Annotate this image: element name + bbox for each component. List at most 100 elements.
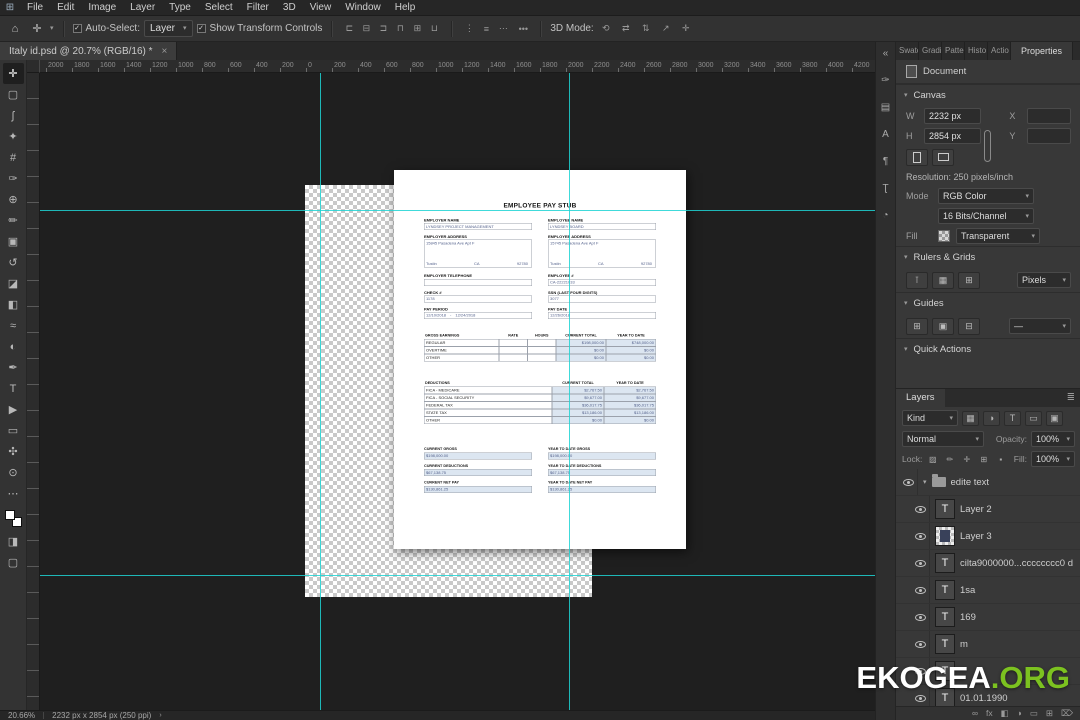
layer-row[interactable]: T 169 — [896, 604, 1080, 631]
move-tool[interactable]: ✛ — [2, 63, 24, 84]
show-transform-checkbox[interactable]: ✓ Show Transform Controls — [196, 23, 322, 34]
distribute-vertical-icon[interactable]: ⋮ — [461, 21, 477, 37]
fill-dropdown[interactable]: Transparent ▾ — [956, 228, 1040, 244]
blur-tool[interactable]: ≈ — [3, 315, 24, 336]
layer-row[interactable]: Layer 3 — [896, 523, 1080, 550]
menu-type[interactable]: Type — [162, 0, 198, 15]
edit-toolbar-icon[interactable]: ⋯ — [3, 483, 24, 504]
menu-help[interactable]: Help — [388, 0, 423, 15]
zoom-3d-icon[interactable]: ✛ — [678, 21, 694, 37]
layer-row[interactable]: T cilta9000000...cccccccc0 d — [896, 550, 1080, 577]
visibility-toggle[interactable] — [912, 631, 930, 657]
guide-style-dropdown[interactable]: — ▾ — [1009, 318, 1071, 334]
units-dropdown[interactable]: Pixels ▾ — [1017, 272, 1071, 288]
align-left-icon[interactable]: ⊏ — [341, 21, 357, 37]
tab-history[interactable]: Histo — [965, 42, 988, 60]
visibility-toggle[interactable] — [912, 523, 930, 549]
marquee-tool[interactable]: ▢ — [3, 84, 24, 105]
eyedropper-tool[interactable]: ✑ — [3, 168, 24, 189]
expand-panels-icon[interactable]: « — [878, 45, 894, 61]
fill-swatch[interactable] — [938, 230, 950, 242]
menu-view[interactable]: View — [303, 0, 339, 15]
path-selection-tool[interactable]: ▶ — [3, 399, 24, 420]
pixel-layer-filter-icon[interactable]: ▦ — [962, 410, 979, 426]
brush-settings-panel-icon[interactable]: ✑ — [878, 72, 894, 88]
canvas-x-input[interactable] — [1027, 108, 1071, 124]
shape-layer-filter-icon[interactable]: ▭ — [1025, 410, 1042, 426]
layer-row[interactable]: T Layer 2 — [896, 496, 1080, 523]
vertical-ruler[interactable] — [27, 73, 40, 710]
link-layers-icon[interactable]: ∞ — [972, 709, 978, 718]
visibility-toggle[interactable] — [912, 550, 930, 576]
hand-tool[interactable]: ✣ — [3, 441, 24, 462]
tab-patterns[interactable]: Patte — [942, 42, 965, 60]
align-ellipsis-icon[interactable]: ••• — [515, 21, 531, 37]
glyphs-panel-icon[interactable]: Ʈ — [878, 180, 894, 196]
home-icon[interactable]: ⌂ — [6, 20, 24, 38]
guide-vertical[interactable] — [320, 73, 321, 710]
rulers-grids-section-header[interactable]: ▾ Rulers & Grids — [896, 246, 1080, 268]
tab-swatches[interactable]: Swatc — [896, 42, 919, 60]
foreground-color-swatch[interactable] — [4, 510, 15, 520]
pan-3d-icon[interactable]: ⇅ — [638, 21, 654, 37]
tab-properties[interactable]: Properties — [1011, 42, 1074, 60]
visibility-toggle[interactable] — [900, 469, 918, 495]
menu-3d[interactable]: 3D — [276, 0, 303, 15]
character-panel-icon[interactable]: A — [878, 126, 894, 142]
layer-row[interactable]: T 1sa — [896, 577, 1080, 604]
type-layer-filter-icon[interactable]: T — [1004, 410, 1021, 426]
distribute-horizontal-icon[interactable]: ≡ — [478, 21, 494, 37]
close-icon[interactable]: × — [162, 46, 168, 57]
visibility-toggle[interactable] — [912, 604, 930, 630]
color-swatches[interactable] — [4, 510, 22, 527]
roll-3d-icon[interactable]: ⇄ — [618, 21, 634, 37]
chevron-right-icon[interactable]: › — [159, 712, 161, 719]
toggle-rulers-icon[interactable]: ⊺ — [906, 271, 928, 289]
info-panel-icon[interactable]: ◔ — [878, 207, 894, 223]
type-tool[interactable]: T — [3, 378, 24, 399]
crop-tool[interactable]: # — [3, 147, 24, 168]
align-center-vertical-icon[interactable]: ⊞ — [409, 21, 425, 37]
layer-row[interactable]: T m — [896, 631, 1080, 658]
lasso-tool[interactable]: ʃ — [3, 105, 24, 126]
brush-tool[interactable]: ✏ — [3, 210, 24, 231]
canvas-y-input[interactable] — [1027, 128, 1071, 144]
horizontal-ruler[interactable]: 2000 1800 1600 1400 1200 1000 800 600 40… — [40, 60, 875, 73]
menu-layer[interactable]: Layer — [123, 0, 162, 15]
canvas-width-input[interactable]: 2232 px — [924, 108, 982, 124]
guides-section-header[interactable]: ▾ Guides — [896, 292, 1080, 314]
panel-menu-icon[interactable]: ≣ — [1061, 389, 1080, 407]
eraser-tool[interactable]: ◪ — [3, 273, 24, 294]
shape-tool[interactable]: ▭ — [3, 420, 24, 441]
more-align-options-icon[interactable]: ⋯ — [495, 21, 511, 37]
visibility-toggle[interactable] — [912, 577, 930, 603]
pen-tool[interactable]: ✒ — [3, 357, 24, 378]
menu-select[interactable]: Select — [198, 0, 240, 15]
lock-transparency-icon[interactable]: ▨ — [926, 452, 939, 466]
lock-guides-icon[interactable]: ▣ — [932, 317, 954, 335]
lock-position-icon[interactable]: ✛ — [960, 452, 973, 466]
adjustment-layer-icon[interactable]: ◑ — [1017, 709, 1022, 718]
align-right-icon[interactable]: ⊐ — [375, 21, 391, 37]
screen-mode-icon[interactable]: ▢ — [3, 552, 24, 573]
lock-artboard-icon[interactable]: ⊞ — [977, 452, 990, 466]
ruler-corner[interactable] — [27, 60, 40, 73]
disclosure-triangle[interactable]: ▾ — [923, 478, 927, 486]
canvas-section-header[interactable]: ▾ Canvas — [896, 84, 1080, 106]
tab-gradients[interactable]: Gradi — [919, 42, 942, 60]
align-bottom-icon[interactable]: ⊔ — [426, 21, 442, 37]
portrait-orientation-button[interactable] — [906, 148, 928, 166]
bit-depth-dropdown[interactable]: 16 Bits/Channel ▾ — [938, 208, 1034, 224]
opacity-dropdown[interactable]: 100% ▾ — [1031, 431, 1075, 447]
lock-all-icon[interactable]: ▪ — [994, 452, 1007, 466]
menu-file[interactable]: File — [20, 0, 50, 15]
gradient-tool[interactable]: ◧ — [3, 294, 24, 315]
menu-image[interactable]: Image — [81, 0, 123, 15]
tab-actions[interactable]: Actio — [988, 42, 1011, 60]
filter-kind-dropdown[interactable]: Kind ▾ — [902, 410, 958, 426]
toggle-snap-icon[interactable]: ⊞ — [958, 271, 980, 289]
orbit-3d-icon[interactable]: ⟲ — [598, 21, 614, 37]
tab-layers[interactable]: Layers — [896, 389, 945, 407]
adjustment-layer-filter-icon[interactable]: ◑ — [983, 410, 1000, 426]
zoom-tool[interactable]: ⊙ — [3, 462, 24, 483]
